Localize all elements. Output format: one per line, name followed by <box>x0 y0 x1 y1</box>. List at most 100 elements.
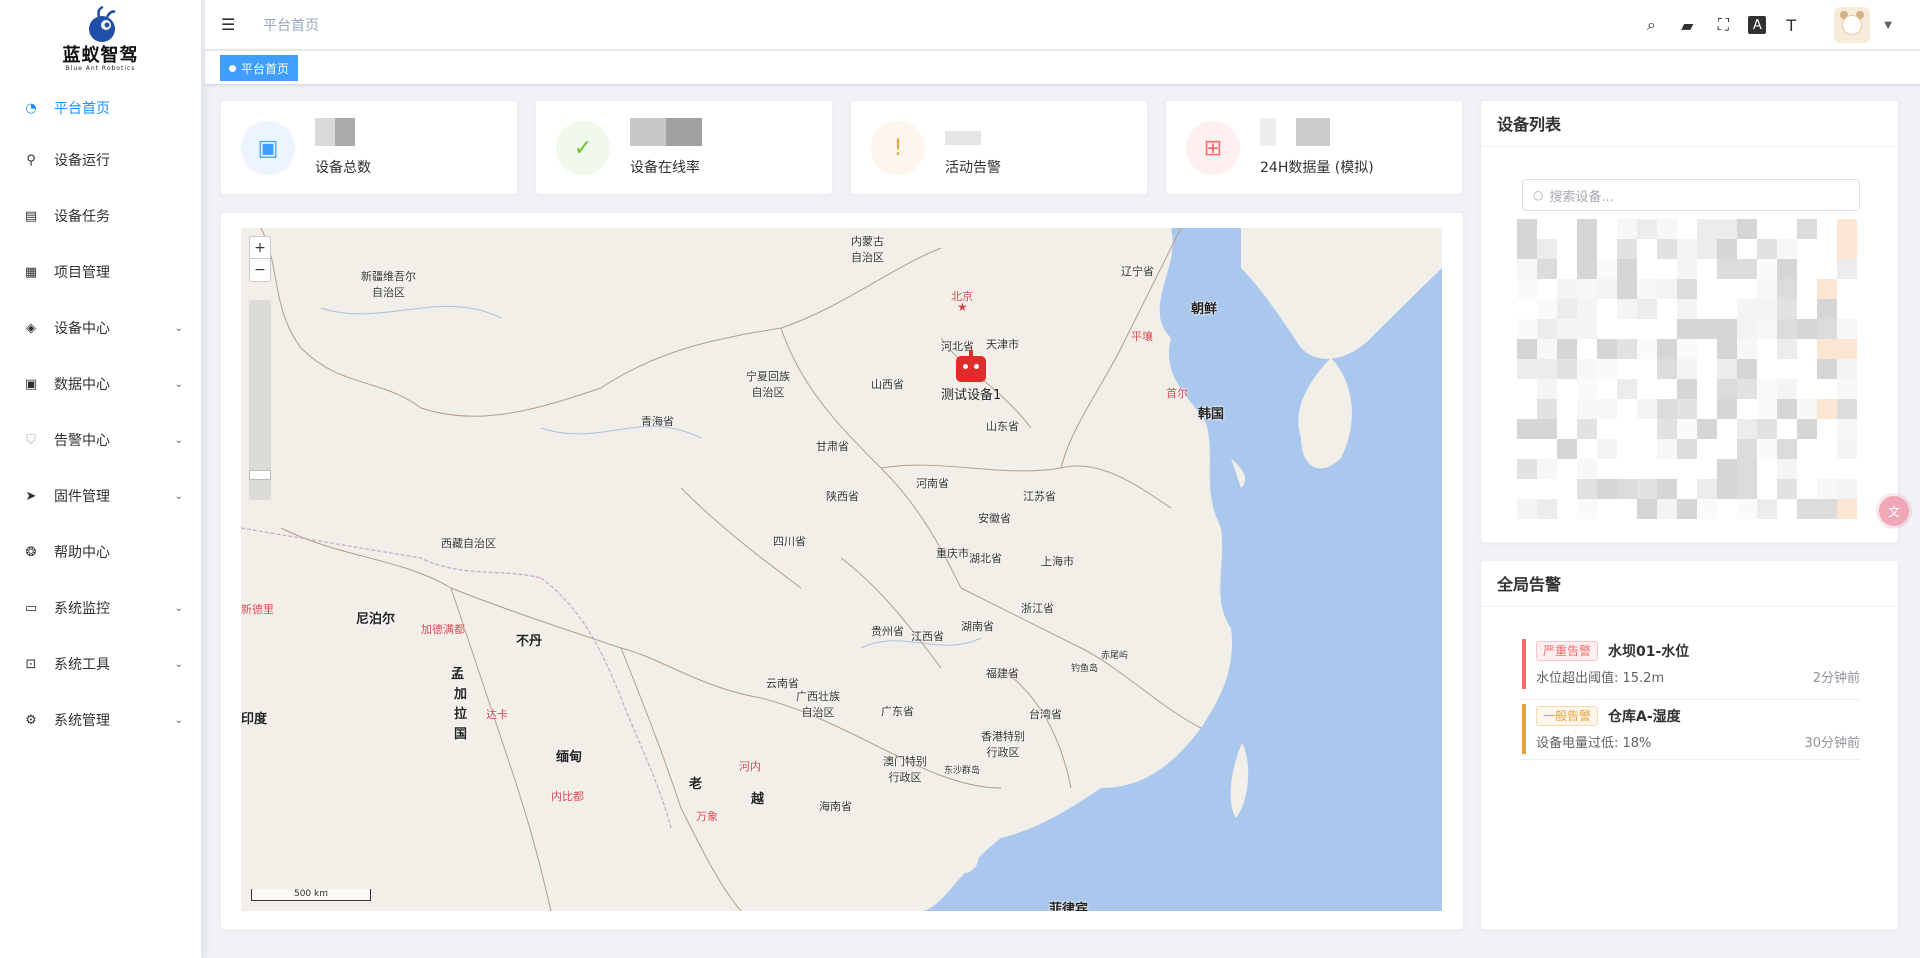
tag-home[interactable]: 平台首页 <box>220 55 299 81</box>
caret-down-icon[interactable]: ▼ <box>1884 20 1892 31</box>
redaction-pixel <box>1597 399 1617 419</box>
redaction-pixel <box>1577 319 1597 339</box>
fullscreen-icon[interactable]: ⛶ <box>1712 14 1734 36</box>
redaction-pixel <box>1817 359 1837 379</box>
dashboard-icon: ◔ <box>25 100 37 116</box>
translate-float-button[interactable]: 文 <box>1879 496 1909 526</box>
redaction-pixel <box>1717 359 1737 379</box>
redaction-pixel <box>1837 399 1857 419</box>
map-label: 国 <box>454 727 468 742</box>
map-label: 江西省 <box>911 630 944 643</box>
redaction-pixel <box>1777 299 1797 319</box>
sidebar-item-label: 项目管理 <box>54 265 110 281</box>
stat-card-active-alarms: ! 活动告警 <box>850 100 1148 195</box>
redaction-pixel <box>1577 279 1597 299</box>
chat-icon[interactable]: ▰ <box>1676 14 1698 36</box>
sidebar-item-firmware[interactable]: ➤ 固件管理 ⌄ <box>0 468 201 524</box>
zoom-slider-handle[interactable] <box>249 470 271 480</box>
redaction-pixel <box>1777 399 1797 419</box>
redaction-pixel <box>1537 339 1557 359</box>
sidebar-item-project[interactable]: ▦ 项目管理 <box>0 244 201 300</box>
sidebar-item-label: 平台首页 <box>54 101 110 117</box>
map-label: 广西壮族 自治区 <box>796 690 840 719</box>
map-label: 西藏自治区 <box>441 537 496 550</box>
top-navbar: ☰ 平台首页 ⌕ ▰ ⛶ A T ▼ <box>205 0 1920 50</box>
redaction-pixel <box>1777 279 1797 299</box>
alert-description: 设备电量过低: 18% <box>1536 736 1652 751</box>
sidebar-item-sys-manage[interactable]: ⚙ 系统管理 ⌄ <box>0 692 201 748</box>
redaction-pixel <box>1657 479 1677 499</box>
redaction-pixel <box>1597 279 1617 299</box>
sidebar-item-sys-tools[interactable]: ⊡ 系统工具 ⌄ <box>0 636 201 692</box>
translate-icon[interactable]: A <box>1748 16 1767 34</box>
map-label: 新疆维吾尔 自治区 <box>361 270 416 299</box>
redaction-pixel <box>1737 459 1757 479</box>
redaction-pixel <box>1837 259 1857 279</box>
redaction-pixel <box>1677 419 1697 439</box>
redaction-pixel <box>1837 379 1857 399</box>
redacted-value <box>945 131 981 145</box>
sidebar-item-device-task[interactable]: ▤ 设备任务 <box>0 188 201 244</box>
map-label: 河内 <box>739 760 761 773</box>
redaction-pixel <box>1737 499 1757 519</box>
redaction-pixel <box>1657 239 1677 259</box>
stat-label: 活动告警 <box>945 160 1001 176</box>
redaction-pixel <box>1777 439 1797 459</box>
sidebar: 蓝蚁智驾 Blue Ant Robotics ◔ 平台首页 ⚲ 设备运行 ▤ 设… <box>0 0 205 958</box>
redaction-pixel <box>1517 339 1537 359</box>
search-icon[interactable]: ⌕ <box>1640 14 1662 36</box>
redaction-pixel <box>1597 359 1617 379</box>
sidebar-item-home[interactable]: ◔ 平台首页 <box>0 84 201 132</box>
logo[interactable]: 蓝蚁智驾 Blue Ant Robotics <box>0 0 201 84</box>
chevron-down-icon: ⌄ <box>174 714 183 726</box>
redaction-pixel <box>1637 339 1657 359</box>
zoom-slider[interactable] <box>249 300 271 500</box>
sidebar-item-sys-monitor[interactable]: ▭ 系统监控 ⌄ <box>0 580 201 636</box>
stat-card-total-devices: ▣ 设备总数 <box>220 100 518 195</box>
sidebar-item-label: 数据中心 <box>54 377 110 393</box>
map-label: 宁夏回族 自治区 <box>746 370 790 399</box>
map-label: 天津市 <box>986 338 1019 351</box>
sidebar-item-data-center[interactable]: ▣ 数据中心 ⌄ <box>0 356 201 412</box>
redaction-pixel <box>1737 379 1757 399</box>
chevron-down-icon: ⌄ <box>174 658 183 670</box>
menu-toggle-icon[interactable]: ☰ <box>221 15 239 34</box>
alert-item[interactable]: 严重告警 水坝01-水位 水位超出阈值: 15.2m 2分钟前 <box>1522 639 1860 689</box>
redaction-pixel <box>1817 319 1837 339</box>
alert-item[interactable]: 一般告警 仓库A-湿度 设备电量过低: 18% 30分钟前 <box>1522 704 1860 754</box>
sidebar-item-help[interactable]: ❂ 帮助中心 <box>0 524 201 580</box>
redaction-pixel <box>1537 299 1557 319</box>
sidebar-item-device-center[interactable]: ◈ 设备中心 ⌄ <box>0 300 201 356</box>
device-marker[interactable]: 测试设备1 <box>941 350 1001 403</box>
avatar[interactable] <box>1834 7 1871 43</box>
map-label: 陕西省 <box>826 490 859 503</box>
zoom-in-button[interactable]: + <box>250 237 270 259</box>
chip-icon: ▣ <box>241 121 295 175</box>
map-label: 不丹 <box>516 634 543 649</box>
zoom-out-button[interactable]: − <box>250 259 270 281</box>
map-view[interactable]: + − 内蒙古 自治区 新疆维吾尔 自治区 北京 ★ 辽宁省 朝鲜 平壤 河北省… <box>241 228 1442 911</box>
sidebar-item-label: 固件管理 <box>54 489 110 505</box>
redaction-pixel <box>1797 499 1817 519</box>
sidebar-item-alarm-center[interactable]: ⛉ 告警中心 ⌄ <box>0 412 201 468</box>
redaction-pixel <box>1737 439 1757 459</box>
font-size-icon[interactable]: T <box>1780 14 1802 36</box>
redaction-pixel <box>1557 279 1577 299</box>
device-search-input[interactable]: ○ 搜索设备... <box>1522 179 1860 211</box>
redaction-pixel <box>1557 319 1577 339</box>
search-placeholder: 搜索设备... <box>1549 189 1614 205</box>
map-label: 韩国 <box>1198 407 1225 422</box>
help-icon: ❂ <box>25 544 37 560</box>
redaction-pixel <box>1637 279 1657 299</box>
redaction-pixel <box>1657 219 1677 239</box>
redaction-pixel <box>1517 459 1537 479</box>
sidebar-item-device-run[interactable]: ⚲ 设备运行 <box>0 132 201 188</box>
redaction-pixel <box>1717 399 1737 419</box>
breadcrumb[interactable]: 平台首页 <box>263 15 319 35</box>
redaction-pixel <box>1617 479 1637 499</box>
map-label: 孟 <box>451 667 465 682</box>
map-label: 福建省 <box>986 667 1019 680</box>
redaction-pixel <box>1737 299 1757 319</box>
redaction-pixel <box>1677 279 1697 299</box>
redaction-pixel <box>1797 219 1817 239</box>
